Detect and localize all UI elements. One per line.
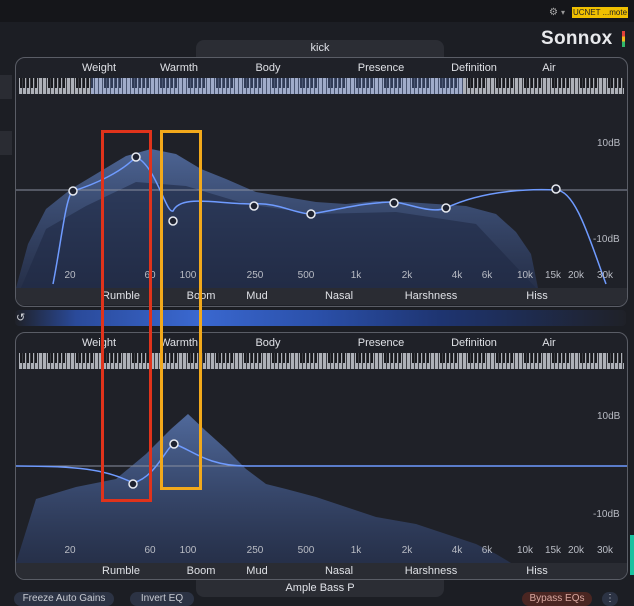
freq-tick: 1k xyxy=(350,270,362,281)
freq-tick: 20 xyxy=(64,545,76,556)
left-edge-tab-2 xyxy=(0,131,12,155)
problem-boom[interactable]: Boom xyxy=(187,565,216,577)
freq-tick: 250 xyxy=(246,545,264,556)
freq-tick: 500 xyxy=(297,270,315,281)
problem-labels-bottom: Rumble Boom Mud Nasal Harshness Hiss xyxy=(16,563,627,579)
freq-tick: 30k xyxy=(596,545,614,556)
gear-icon[interactable]: ⚙ xyxy=(549,8,559,18)
invert-eq-button[interactable]: Invert EQ xyxy=(130,592,194,606)
freq-tick: 2k xyxy=(401,270,413,281)
freq-tick: 20k xyxy=(567,270,585,281)
freq-tick: 6k xyxy=(481,545,493,556)
eq-node-top-5 xyxy=(306,209,316,219)
freq-tick: 20 xyxy=(64,270,76,281)
problem-rumble[interactable]: Rumble xyxy=(102,565,140,577)
chevron-down-icon[interactable]: ▾ xyxy=(561,8,565,17)
freq-tick: 15k xyxy=(544,270,562,281)
remote-badge[interactable]: UCNET ...mote xyxy=(572,7,628,18)
band-body[interactable]: Body xyxy=(255,337,280,349)
problem-mud[interactable]: Mud xyxy=(246,565,267,577)
spectrum-bottom xyxy=(16,414,511,563)
bottom-track-name[interactable]: Ample Bass P xyxy=(196,580,444,597)
brand-stripe xyxy=(622,31,625,47)
band-definition[interactable]: Definition xyxy=(451,62,497,74)
freq-tick: 1k xyxy=(350,545,362,556)
freeze-auto-gains-button[interactable]: Freeze Auto Gains xyxy=(14,592,114,606)
db-top-label: 10dB xyxy=(597,138,621,149)
band-weight[interactable]: Weight xyxy=(82,62,116,74)
eq-node-top-6 xyxy=(389,198,399,208)
eq-node-top-7 xyxy=(441,203,451,213)
problem-nasal[interactable]: Nasal xyxy=(325,290,353,302)
annotation-yellow-box xyxy=(160,130,202,490)
freq-tick: 30k xyxy=(596,270,614,281)
db-bottom-label: -10dB xyxy=(593,509,620,520)
eq-node-top-4 xyxy=(249,201,259,211)
freq-tick: 20k xyxy=(567,545,585,556)
freq-tick: 250 xyxy=(246,270,264,281)
keys-range-top xyxy=(91,78,463,94)
left-edge-tab xyxy=(0,75,12,99)
freq-axis-bottom: 20 60 100 250 500 1k 2k 4k 6k 10k 15k 20… xyxy=(16,545,627,559)
freq-tick: 10k xyxy=(516,545,534,556)
annotation-red-box xyxy=(101,130,152,502)
freq-tick: 4k xyxy=(451,270,463,281)
eq-node-top-8 xyxy=(551,184,561,194)
top-track-name[interactable]: kick xyxy=(196,40,444,57)
band-presence[interactable]: Presence xyxy=(358,62,404,74)
right-edge-accent xyxy=(630,535,634,575)
problem-harshness[interactable]: Harshness xyxy=(405,290,458,302)
band-body[interactable]: Body xyxy=(255,62,280,74)
db-bottom-label: -10dB xyxy=(593,234,620,245)
freq-tick: 500 xyxy=(297,545,315,556)
link-icon[interactable]: ↺ xyxy=(16,312,30,324)
db-top-label: 10dB xyxy=(597,411,621,422)
more-icon[interactable]: ⋮ xyxy=(602,592,618,606)
brand-logo: Sonnox xyxy=(541,28,613,49)
band-warmth[interactable]: Warmth xyxy=(160,62,198,74)
problem-nasal[interactable]: Nasal xyxy=(325,565,353,577)
band-air[interactable]: Air xyxy=(542,62,555,74)
problem-harshness[interactable]: Harshness xyxy=(405,565,458,577)
host-topbar: ⚙ ▾ UCNET ...mote xyxy=(0,0,634,22)
freq-tick: 2k xyxy=(401,545,413,556)
freq-tick: 4k xyxy=(451,545,463,556)
freq-tick: 15k xyxy=(544,545,562,556)
freq-tick: 100 xyxy=(179,545,197,556)
eq-node-top-1 xyxy=(68,186,78,196)
problem-mud[interactable]: Mud xyxy=(246,290,267,302)
band-presence[interactable]: Presence xyxy=(358,337,404,349)
band-labels-top: Weight Warmth Body Presence Definition A… xyxy=(16,58,627,78)
bypass-eqs-button[interactable]: Bypass EQs xyxy=(522,592,592,606)
band-definition[interactable]: Definition xyxy=(451,337,497,349)
problem-hiss[interactable]: Hiss xyxy=(526,290,547,302)
freq-tick: 10k xyxy=(516,270,534,281)
band-air[interactable]: Air xyxy=(542,337,555,349)
freq-tick: 6k xyxy=(481,270,493,281)
problem-hiss[interactable]: Hiss xyxy=(526,565,547,577)
freq-tick: 60 xyxy=(144,545,156,556)
